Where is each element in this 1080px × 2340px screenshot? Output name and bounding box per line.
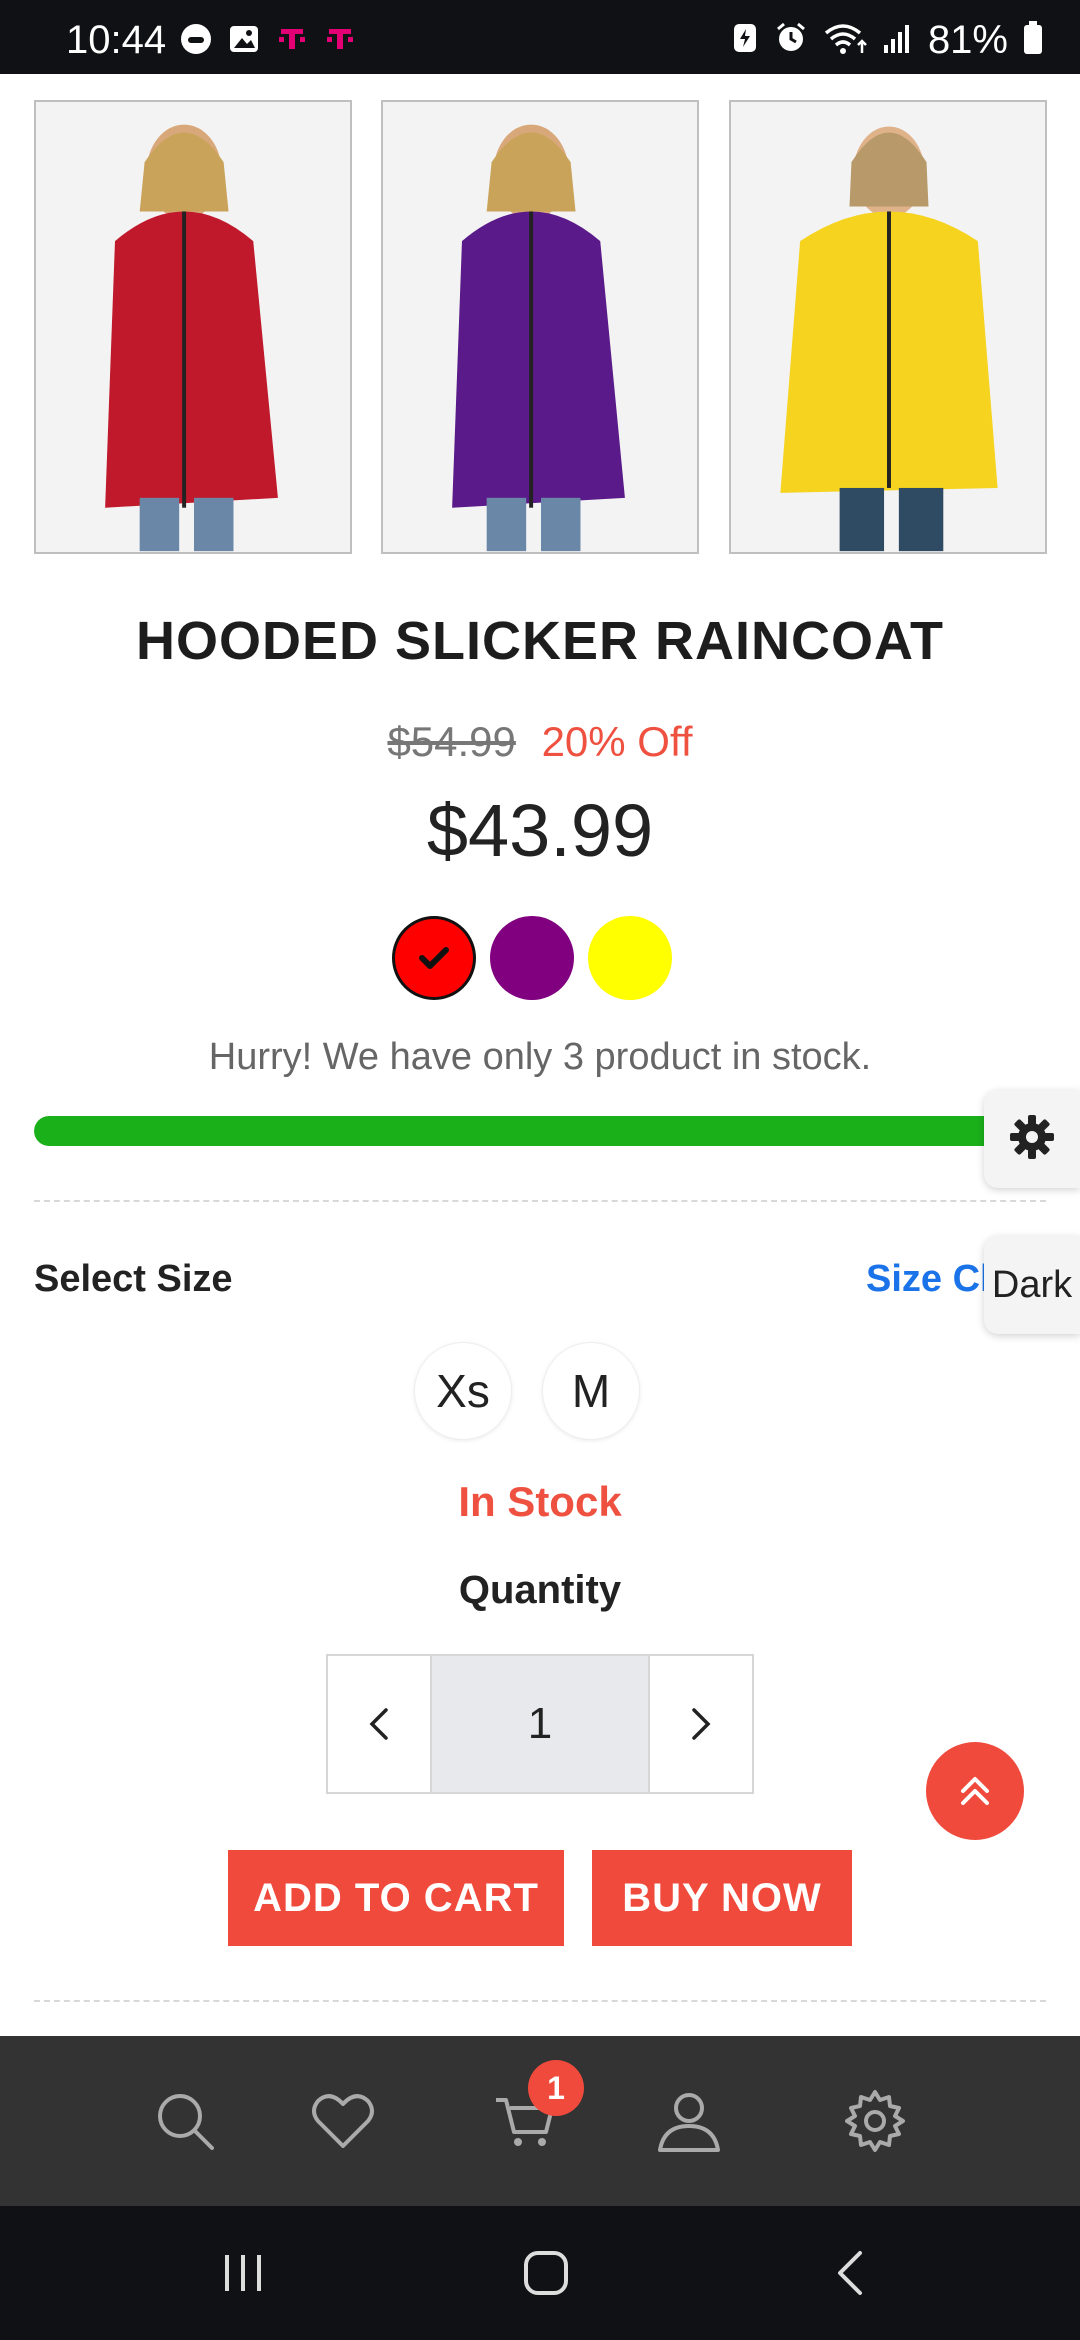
dark-mode-toggle[interactable]: Dark [984,1236,1080,1334]
price-row: $54.99 20% Off [0,718,1080,766]
product-image-yellow[interactable] [729,100,1047,554]
sale-price: $43.99 [426,789,654,872]
nav-search[interactable] [140,2076,230,2166]
gallery-icon [226,22,262,56]
swatch-yellow[interactable] [588,916,672,1000]
status-time: 10:44 [66,18,167,62]
alarm-icon [774,21,808,60]
recent-apps-button[interactable] [184,2206,304,2340]
nav-settings[interactable] [830,2076,920,2166]
quantity-stepper: 1 [326,1654,754,1794]
buy-now-button[interactable]: BUY NOW [592,1850,852,1946]
raincoat-purple-illustration [383,102,697,552]
swatch-red[interactable] [392,916,476,1000]
back-button[interactable] [790,2206,910,2340]
chevron-right-icon [692,1708,711,1740]
battery-saver-icon [730,21,760,60]
search-icon [158,2094,214,2150]
size-option-xs[interactable]: Xs [414,1342,512,1440]
home-icon [524,2251,568,2295]
scroll-to-top-button[interactable] [926,1742,1024,1840]
divider [34,2000,1046,2002]
size-options: Xs M [414,1342,640,1440]
color-swatches [392,916,672,1000]
size-chart-link[interactable]: Size Cl [866,1258,991,1301]
back-icon [838,2251,862,2295]
quantity-value[interactable]: 1 [430,1656,650,1792]
product-image-purple[interactable] [381,100,699,554]
heart-icon [312,2094,374,2148]
add-to-cart-button[interactable]: ADD TO CART [228,1850,564,1946]
home-button[interactable] [486,2206,606,2340]
signal-icon [882,21,914,60]
quantity-decrease-button[interactable] [328,1656,430,1792]
double-chevron-up-icon [961,1777,989,1805]
nav-cart[interactable]: 1 [480,2060,584,2166]
product-title: HOODED SLICKER RAINCOAT [135,611,944,671]
check-icon [395,919,473,997]
select-size-label: Select Size [34,1258,233,1300]
recent-apps-icon [225,2255,261,2291]
chevron-left-icon [369,1708,388,1740]
product-image-red[interactable] [34,100,352,554]
status-left-icons [178,22,358,56]
battery-percentage: 81% [927,18,1008,62]
stock-progress-bar [34,1116,1046,1146]
raincoat-yellow-illustration [731,102,1045,552]
battery-icon [1022,20,1044,61]
tmobile-icon [322,22,358,56]
quantity-label: Quantity [458,1568,622,1612]
size-option-m[interactable]: M [542,1342,640,1440]
quantity-increase-button[interactable] [650,1656,752,1792]
system-navigation-bar [0,2206,1080,2340]
bottom-navigation: 1 [0,2036,1080,2206]
settings-icon [845,2090,905,2152]
tmobile-icon [274,22,310,56]
product-image-gallery [34,100,1047,556]
raincoat-red-illustration [36,102,350,552]
nav-wishlist[interactable] [298,2076,388,2166]
user-icon [658,2093,720,2152]
stock-progress-fill [34,1116,1046,1146]
stock-message: Hurry! We have only 3 product in stock. [208,1036,872,1078]
nav-account[interactable] [644,2076,734,2166]
stock-status: In Stock [458,1478,622,1525]
game-controller-icon [178,22,214,56]
wifi-icon [822,21,868,60]
status-right-icons: 81% [730,18,1044,63]
cart-count-badge: 1 [528,2060,584,2116]
settings-side-button[interactable] [984,1090,1080,1188]
discount-label: 20% Off [541,718,693,765]
original-price: $54.99 [387,718,516,765]
divider [34,1200,1046,1202]
swatch-purple[interactable] [490,916,574,1000]
status-bar: 10:44 81% [0,0,1080,74]
gear-icon [1007,1112,1057,1167]
